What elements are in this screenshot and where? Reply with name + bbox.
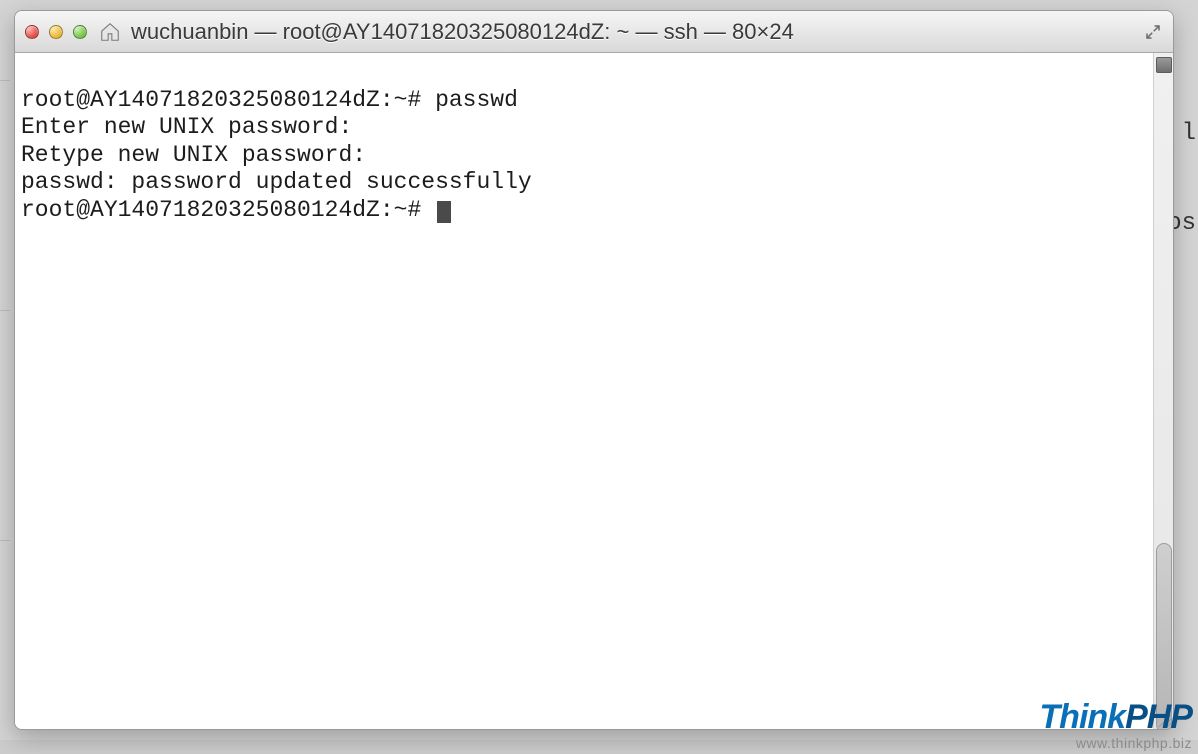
background-text-fragment: l	[1182, 120, 1196, 147]
minimize-button[interactable]	[49, 25, 63, 39]
traffic-lights	[25, 25, 87, 39]
terminal-line: root@AY14071820325080124dZ:~# passwd	[21, 87, 518, 113]
terminal-line: passwd: password updated successfully	[21, 169, 532, 195]
titlebar[interactable]: wuchuanbin — root@AY14071820325080124dZ:…	[15, 11, 1173, 53]
terminal-window: wuchuanbin — root@AY14071820325080124dZ:…	[14, 10, 1174, 730]
fullscreen-icon[interactable]	[1143, 22, 1163, 42]
prompt-text: root@AY14071820325080124dZ:~#	[21, 197, 435, 223]
resize-grip-icon[interactable]	[1153, 709, 1173, 729]
bg-divider	[0, 740, 1198, 754]
terminal-body: root@AY14071820325080124dZ:~# passwd Ent…	[15, 53, 1173, 729]
terminal-line: Retype new UNIX password:	[21, 142, 366, 168]
terminal-output[interactable]: root@AY14071820325080124dZ:~# passwd Ent…	[15, 53, 1153, 729]
cursor-icon	[437, 201, 451, 223]
window-title: wuchuanbin — root@AY14071820325080124dZ:…	[131, 19, 1135, 45]
close-button[interactable]	[25, 25, 39, 39]
bg-divider	[0, 310, 10, 311]
bg-divider	[0, 540, 10, 541]
scroll-thumb[interactable]	[1156, 543, 1172, 730]
terminal-line: Enter new UNIX password:	[21, 114, 352, 140]
zoom-button[interactable]	[73, 25, 87, 39]
terminal-prompt: root@AY14071820325080124dZ:~#	[21, 197, 451, 223]
vertical-scrollbar[interactable]	[1153, 53, 1173, 729]
bg-divider	[0, 80, 10, 81]
home-icon	[99, 21, 121, 43]
scroll-up-button[interactable]	[1156, 57, 1172, 73]
